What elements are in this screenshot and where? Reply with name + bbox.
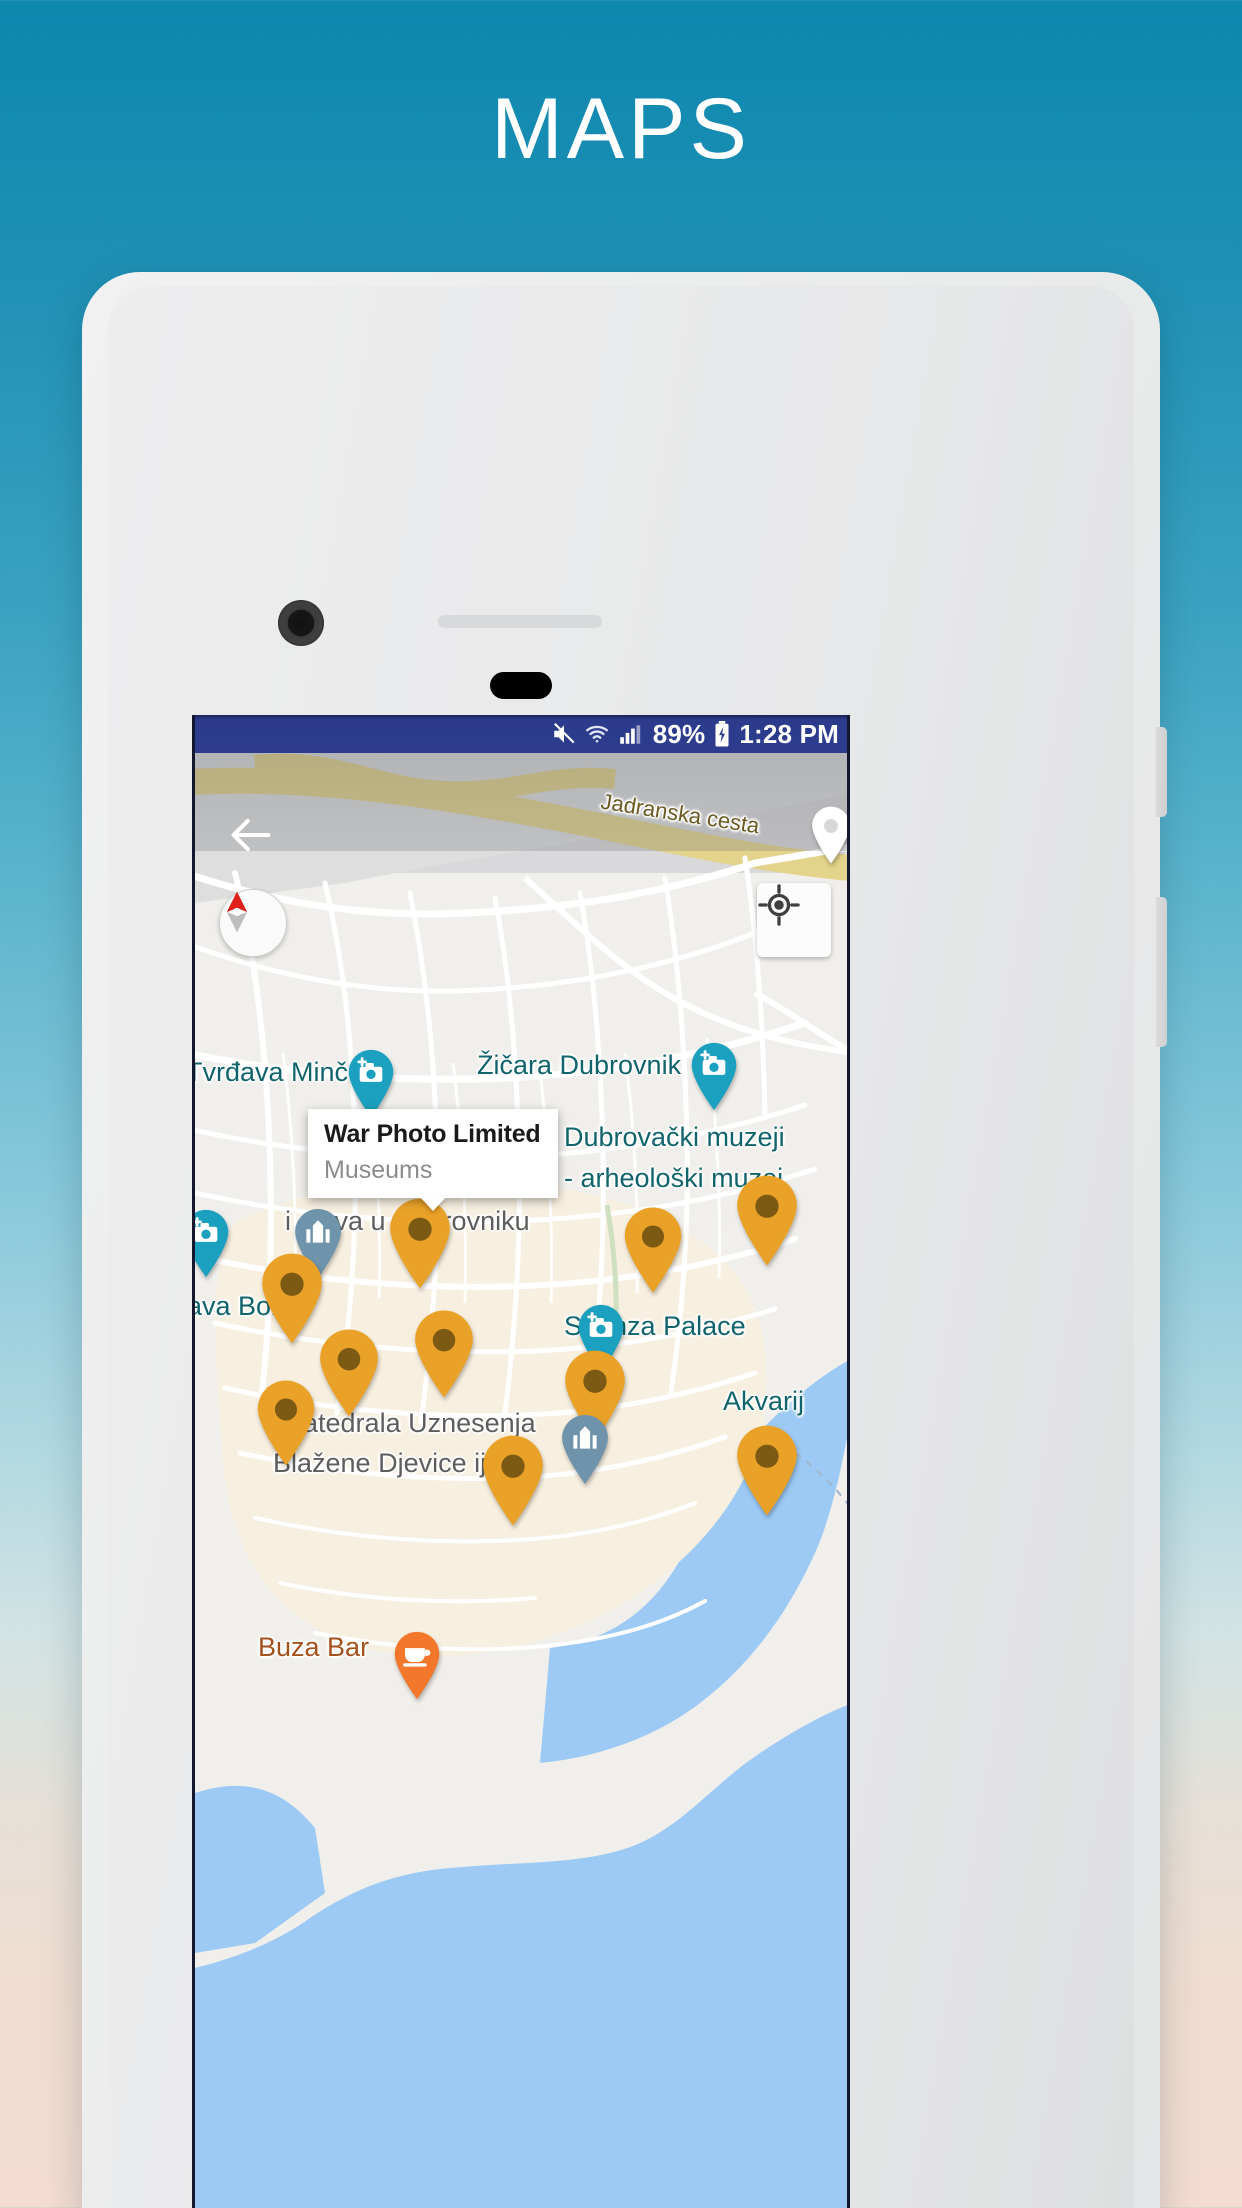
volume-button[interactable] <box>1156 727 1167 817</box>
map-canvas[interactable]: Jadranska cesta Tvrđava Minčeta Žičara Dub… <box>195 753 847 2208</box>
my-location-icon[interactable] <box>757 883 831 957</box>
front-camera-icon <box>278 600 324 646</box>
mute-icon <box>551 721 577 747</box>
battery-percent: 89% <box>652 718 706 749</box>
battery-charging-icon <box>712 721 732 747</box>
map-label: Žičara Dubrovnik <box>477 1050 682 1080</box>
power-button[interactable] <box>1156 897 1167 1047</box>
back-arrow-icon[interactable] <box>225 809 277 861</box>
earpiece-speaker <box>438 615 602 628</box>
page-title: MAPS <box>491 81 751 177</box>
map-label: Buza Bar <box>258 1632 370 1662</box>
compass-icon[interactable] <box>219 889 287 957</box>
cell-signal-icon <box>617 721 643 747</box>
place-info-window[interactable]: War Photo Limited Museums <box>308 1109 558 1198</box>
info-window-subtitle: Museums <box>324 1155 433 1184</box>
status-bar: 89% 1:28 PM <box>195 715 847 753</box>
wifi-icon <box>584 721 610 747</box>
phone-mockup: 89% 1:28 PM Jadranska cesta Tvrđava Minč… <box>82 272 1167 2208</box>
map-label: Akvarij <box>723 1386 805 1416</box>
sensor-pill <box>490 672 552 699</box>
map-label: Dubrovački muzeji <box>564 1122 785 1152</box>
status-time: 1:28 PM <box>739 718 839 749</box>
phone-screen: 89% 1:28 PM Jadranska cesta Tvrđava Minč… <box>192 715 850 2208</box>
info-window-title: War Photo Limited <box>324 1120 541 1148</box>
